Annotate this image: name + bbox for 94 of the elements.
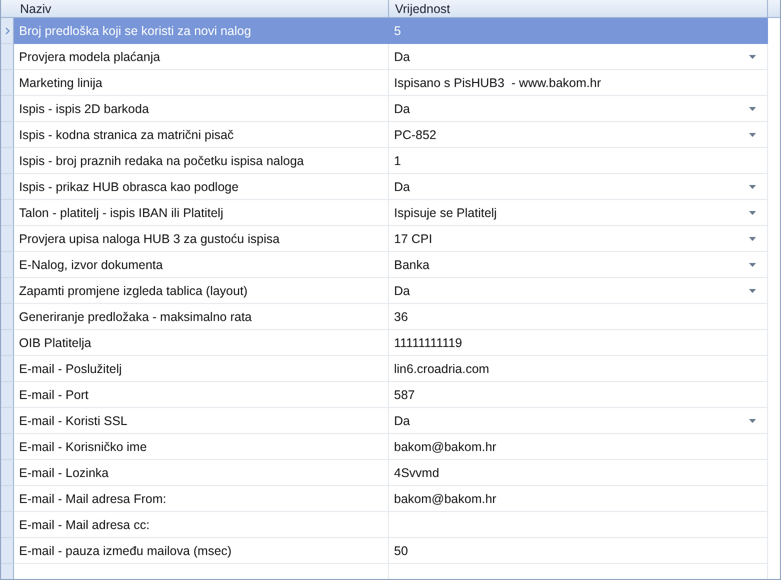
caret-icon — [749, 262, 756, 266]
table-row[interactable]: Ispis - broj praznih redaka na početku ispisa naloga 1 — [1, 148, 780, 174]
row-header[interactable] — [1, 460, 14, 486]
table-row[interactable]: E-Nalog, izvor dokumenta Banka — [1, 252, 780, 278]
table-cell: Talon - platitelj - ispis IBAN ili Platitelj — [14, 200, 389, 226]
row-header[interactable] — [1, 408, 14, 434]
table-row[interactable]: OIB Platitelja 11111111119 — [1, 330, 780, 356]
row-header[interactable] — [1, 18, 14, 44]
row-header[interactable] — [1, 330, 14, 356]
table-cell[interactable]: lin6.croadria.com — [389, 356, 768, 382]
table-cell: E-mail - Mail adresa From: — [14, 486, 389, 512]
table-row[interactable]: E-mail - Korisničko ime bakom@bakom.hr — [1, 434, 780, 460]
table-row[interactable]: Provjera modela plaćanja Da — [1, 44, 780, 70]
row-header[interactable] — [1, 486, 14, 512]
table-cell[interactable]: 11111111119 — [389, 330, 768, 356]
table-cell: Ispis - ispis 2D barkoda — [14, 96, 389, 122]
table-cell: E-mail - Korisničko ime — [14, 434, 389, 460]
table-row[interactable]: Generiranje predložaka - maksimalno rata 36 — [1, 304, 780, 330]
table-cell: E-mail - Mail adresa cc: — [14, 512, 389, 538]
table-cell[interactable]: Ispisano s PisHUB3 - www.bakom.hr — [389, 70, 768, 96]
dropdown-cell[interactable]: Ispisuje se Platitelj — [389, 200, 768, 226]
dropdown-cell[interactable]: Da — [389, 44, 768, 70]
table-row[interactable]: E-mail - Koristi SSL Da — [1, 408, 780, 434]
table-cell: Provjera upisa naloga HUB 3 za gustoću ispisa — [14, 226, 389, 252]
table-row[interactable]: E-mail - pauza između mailova (msec) 50 — [1, 538, 780, 564]
table-cell[interactable]: 587 — [389, 382, 768, 408]
table-row[interactable]: Provjera upisa naloga HUB 3 za gustoću ispisa 17 CPI — [1, 226, 780, 252]
column-header[interactable]: Vrijednost — [389, 0, 768, 17]
table-cell: Ispis - kodna stranica za matrični pisač — [14, 122, 389, 148]
row-header[interactable] — [1, 148, 14, 174]
caret-icon — [749, 132, 756, 136]
table-row[interactable]: Ispis - kodna stranica za matrični pisač PC-852 — [1, 122, 780, 148]
table-row[interactable]: E-mail - Mail adresa cc: — [1, 512, 780, 538]
table-cell: Provjera modela plaćanja — [14, 44, 389, 70]
table-cell[interactable]: bakom@bakom.hr — [389, 434, 768, 460]
table-row[interactable]: Zapamti promjene izgleda tablica (layout) Da — [1, 278, 780, 304]
table-cell: Marketing linija — [14, 70, 389, 96]
dropdown-cell[interactable]: Da — [389, 96, 768, 122]
caret-icon — [749, 54, 756, 58]
row-header[interactable] — [1, 226, 14, 252]
table-cell: Ispis - prikaz HUB obrasca kao podloge — [14, 174, 389, 200]
table-row[interactable]: E-mail - Poslužitelj lin6.croadria.com — [1, 356, 780, 382]
row-header[interactable] — [1, 434, 14, 460]
caret-icon — [749, 288, 756, 292]
row-header[interactable] — [1, 564, 14, 579]
table-cell[interactable]: 4Svvmd — [389, 460, 768, 486]
table-cell: E-mail - Port — [14, 382, 389, 408]
table-row[interactable]: Ispis - ispis 2D barkoda Da — [1, 96, 780, 122]
row-header[interactable] — [1, 382, 14, 408]
row-header[interactable] — [1, 70, 14, 96]
column-header[interactable]: Naziv — [14, 0, 389, 17]
row-header[interactable] — [1, 278, 14, 304]
caret-icon — [749, 184, 756, 188]
table-cell[interactable]: 50 — [389, 538, 768, 564]
row-header[interactable] — [1, 252, 14, 278]
row-header[interactable] — [1, 122, 14, 148]
table-cell[interactable]: bakom@bakom.hr — [389, 486, 768, 512]
table-cell[interactable]: 36 — [389, 304, 768, 330]
dropdown-cell[interactable]: 17 CPI — [389, 226, 768, 252]
table-row[interactable]: E-mail - Mail adresa From: bakom@bakom.hr — [1, 486, 780, 512]
row-header[interactable] — [1, 44, 14, 70]
chevron-icon — [4, 26, 10, 34]
row-header[interactable] — [1, 512, 14, 538]
dropdown-cell[interactable]: Da — [389, 278, 768, 304]
dropdown-cell[interactable]: Banka — [389, 252, 768, 278]
caret-icon — [749, 236, 756, 240]
row-header[interactable] — [1, 174, 14, 200]
caret-icon — [749, 210, 756, 214]
table-cell: OIB Platitelja — [14, 330, 389, 356]
dropdown-cell[interactable]: Da — [389, 174, 768, 200]
dropdown-cell[interactable]: PC-852 — [389, 122, 768, 148]
table-cell: E-mail - Lozinka — [14, 460, 389, 486]
table-row[interactable]: Talon - platitelj - ispis IBAN ili Platitelj Ispisuje se Platitelj — [1, 200, 780, 226]
table-row[interactable]: Ispis - prikaz HUB obrasca kao podloge Da — [1, 174, 780, 200]
table-cell: Generiranje predložaka - maksimalno rata — [14, 304, 389, 330]
dropdown-cell[interactable]: Da — [389, 408, 768, 434]
table-cell: E-Nalog, izvor dokumenta — [14, 252, 389, 278]
table-cell: E-mail - pauza između mailova (msec) — [14, 538, 389, 564]
table-cell: E-mail - Poslužitelj — [14, 356, 389, 382]
row-header[interactable] — [1, 96, 14, 122]
caret-icon — [749, 106, 756, 110]
table-row[interactable]: E-mail - Port 587 — [1, 382, 780, 408]
table-cell: Broj predloška koji se koristi za novi nalog — [14, 18, 389, 44]
row-header[interactable] — [1, 200, 14, 226]
row-header[interactable] — [1, 356, 14, 382]
table-cell: Zapamti promjene izgleda tablica (layout) — [14, 278, 389, 304]
row-header[interactable] — [1, 538, 14, 564]
row-header[interactable] — [1, 304, 14, 330]
table-row[interactable]: Marketing linija Ispisano s PisHUB3 - www.bakom.hr — [1, 70, 780, 96]
table-row[interactable]: E-mail - Lozinka 4Svvmd — [1, 460, 780, 486]
table-cell: E-mail - Koristi SSL — [14, 408, 389, 434]
table-cell: Ispis - broj praznih redaka na početku ispisa naloga — [14, 148, 389, 174]
table-cell[interactable]: 1 — [389, 148, 768, 174]
caret-icon — [749, 418, 756, 422]
